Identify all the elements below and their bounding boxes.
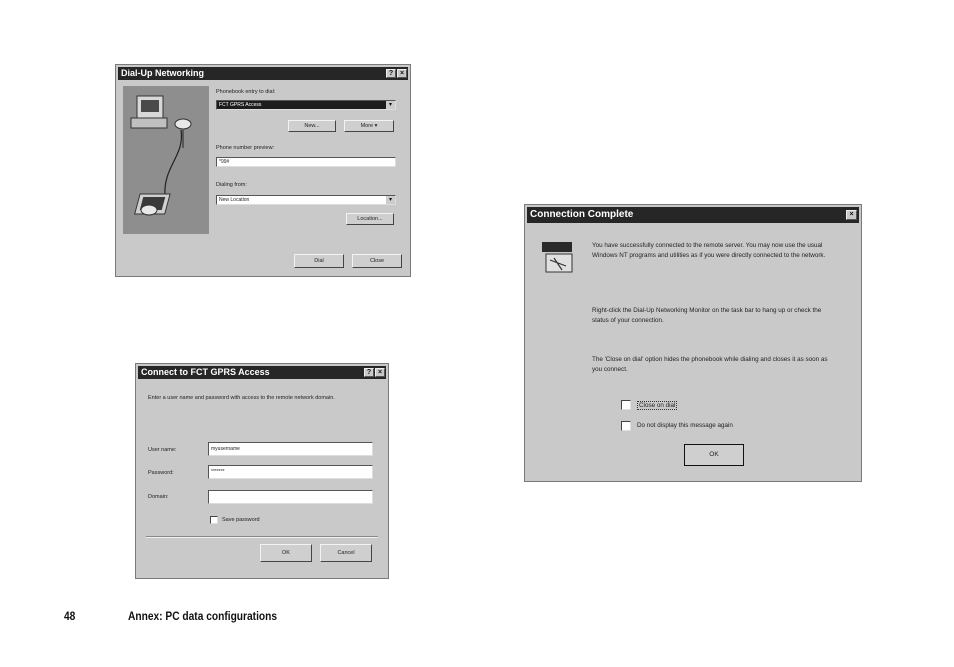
do-not-display-checkbox[interactable]	[621, 421, 631, 431]
password-label: Password:	[148, 470, 174, 476]
complete-paragraph-1: You have successfully connected to the r…	[592, 242, 826, 259]
phone-preview-label: Phone number preview:	[216, 145, 275, 151]
chevron-down-icon[interactable]: ▾	[386, 196, 395, 204]
complete-title: Connection Complete	[530, 209, 634, 220]
domain-input[interactable]	[208, 490, 373, 504]
complete-paragraph-2: Right-click the Dial-Up Networking Monit…	[592, 307, 822, 324]
dial-button[interactable]: Dial	[294, 254, 344, 268]
dialup-title: Dial-Up Networking	[121, 68, 205, 78]
section-title: Annex: PC data configurations	[128, 609, 278, 623]
password-input[interactable]: *******	[208, 465, 373, 479]
connect-titlebar: Connect to FCT GPRS Access ? ×	[138, 366, 386, 379]
save-password-label: Save password	[222, 517, 260, 523]
complete-ok-button[interactable]: OK	[684, 444, 744, 466]
more-button[interactable]: More ▾	[344, 120, 394, 132]
connect-cancel-button[interactable]: Cancel	[320, 544, 372, 562]
network-illustration-svg	[130, 95, 192, 216]
connection-icon	[542, 242, 574, 274]
chevron-down-icon[interactable]: ▾	[386, 101, 395, 109]
connect-window: Connect to FCT GPRS Access ? × Enter a u…	[135, 363, 389, 579]
complete-titlebar: Connection Complete ×	[527, 207, 859, 223]
page-number: 48	[64, 609, 76, 623]
connect-separator	[146, 536, 378, 538]
save-password-checkbox[interactable]	[210, 516, 218, 524]
close-icon[interactable]: ×	[397, 69, 407, 78]
connect-instruction: Enter a user name and password with acce…	[148, 395, 335, 401]
phone-preview-field: *99#	[216, 157, 396, 167]
close-on-dial-label: Close on dial	[637, 401, 678, 410]
close-icon[interactable]: ×	[846, 210, 857, 220]
close-icon[interactable]: ×	[375, 368, 385, 377]
dialing-from-value: New Location	[219, 197, 250, 203]
complete-window: Connection Complete × You have successfu…	[524, 204, 862, 482]
new-button[interactable]: New...	[288, 120, 336, 132]
complete-paragraph-3: The 'Close on dial' option hides the pho…	[592, 356, 828, 373]
help-icon[interactable]: ?	[364, 368, 374, 377]
username-label: User name:	[148, 447, 177, 453]
username-input[interactable]: myusername	[208, 442, 373, 456]
help-icon[interactable]: ?	[386, 69, 396, 78]
domain-label: Domain:	[148, 494, 169, 500]
phonebook-select[interactable]: FCT GPRS Access ▾	[216, 100, 396, 110]
connect-ok-button[interactable]: OK	[260, 544, 312, 562]
dialing-from-label: Dialing from:	[216, 182, 247, 188]
close-on-dial-checkbox[interactable]	[621, 400, 631, 410]
location-button[interactable]: Location...	[346, 213, 394, 225]
dialing-from-select[interactable]: New Location ▾	[216, 195, 396, 205]
dialup-titlebar: Dial-Up Networking ? ×	[118, 67, 408, 80]
phonebook-value: FCT GPRS Access	[219, 102, 262, 108]
close-button[interactable]: Close	[352, 254, 402, 268]
phone-network-icon	[542, 242, 573, 273]
network-illustration	[123, 86, 209, 234]
dialup-window: Dial-Up Networking ? × Phonebook entry t…	[115, 64, 411, 277]
phonebook-label: Phonebook entry to dial:	[216, 89, 276, 95]
do-not-display-label: Do not display this message again	[637, 422, 733, 429]
connect-title: Connect to FCT GPRS Access	[141, 367, 270, 377]
